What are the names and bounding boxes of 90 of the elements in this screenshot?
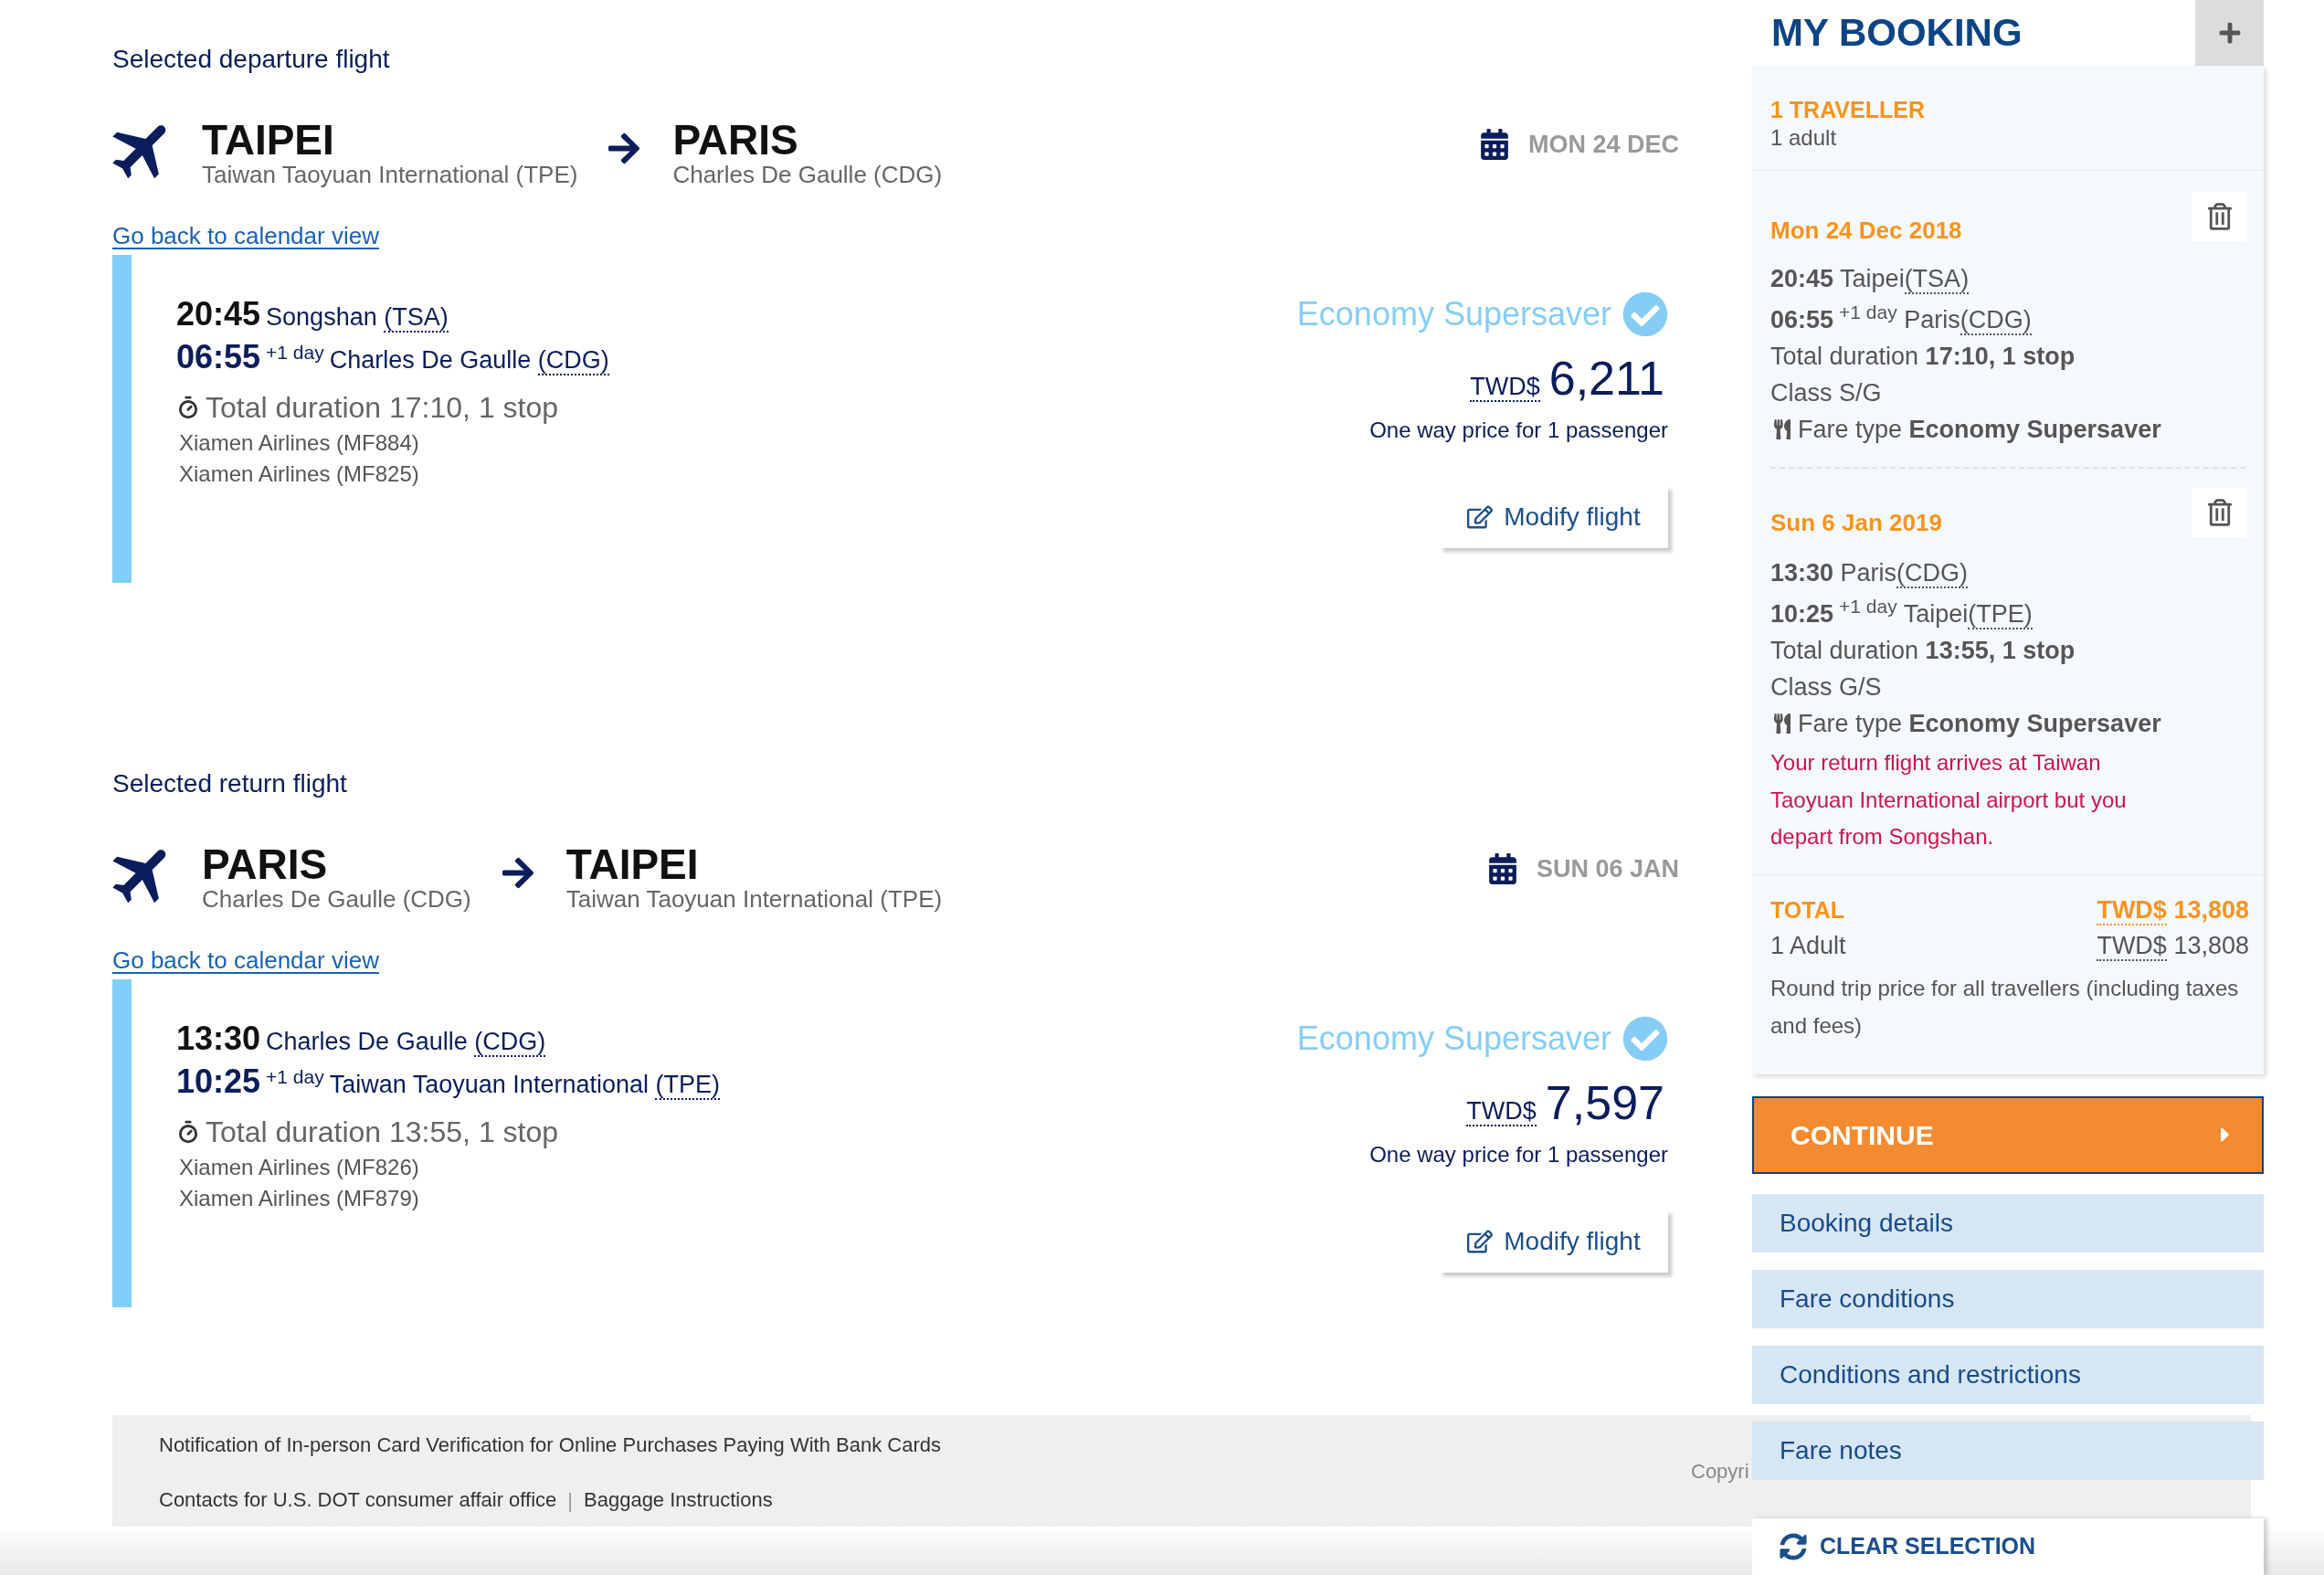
airport-name: Charles De Gaulle (CDG) [672, 161, 943, 188]
arrival-city: Taipei(TPE) [1903, 600, 2033, 629]
departure-time: 13:30 [176, 1020, 261, 1057]
traveller-count: 1 TRAVELLER [1770, 96, 1925, 124]
menu-item[interactable]: Conditions and restrictions [1752, 1345, 2264, 1404]
airport-name: Taiwan Taoyuan International (TPE) [565, 885, 943, 913]
stopwatch-icon [176, 1120, 200, 1144]
traveller-detail: 1 adult [1770, 125, 1837, 151]
arrival-time: 06:55 [1770, 306, 1834, 333]
arrival-time: 06:55 [176, 338, 261, 375]
segment-date: Mon 24 Dec 2018 [1770, 216, 1962, 246]
menu-item[interactable]: Booking details [1752, 1193, 2264, 1253]
flight-date: SUN 06 JAN [1536, 854, 1679, 884]
fork-knife-icon [1774, 713, 1791, 735]
warning-text: Your return flight arrives at Taiwan Taoyuan International airport but you depart from Songshan. [1770, 749, 2128, 851]
airline-text: Xiamen Airlines (MF879) [178, 1185, 419, 1212]
class-text: Class G/S [1770, 672, 1882, 703]
flight-date: MON 24 DEC [1527, 130, 1679, 160]
day-offset: +1 day [1839, 301, 1897, 322]
city-name: TAIPEI [202, 119, 334, 161]
modify-flight-button[interactable]: Modify flight [1440, 486, 1668, 548]
total-label: TOTAL [1770, 895, 1844, 925]
segment-date: Sun 6 Jan 2019 [1770, 508, 1942, 538]
city-name: PARIS [672, 119, 798, 161]
plus-icon [2217, 21, 2242, 45]
airline-text: Xiamen Airlines (MF826) [178, 1154, 419, 1181]
city-name: TAIPEI [565, 843, 699, 885]
airport-name: Taiwan Taoyuan International (TPE) [329, 1071, 720, 1098]
day-offset: +1 day [1839, 595, 1897, 617]
airline-text: Xiamen Airlines (MF884) [178, 429, 419, 457]
menu-item[interactable]: Fare conditions [1752, 1269, 2264, 1328]
airport-name: Charles De Gaulle (CDG) [202, 885, 471, 913]
passenger-label: 1 Adult [1770, 931, 1846, 962]
duration-text: Total duration 13:55, 1 stop [1770, 636, 2076, 666]
calendar-icon [1488, 853, 1516, 884]
calendar-icon [1480, 129, 1508, 160]
fork-knife-icon [1774, 418, 1791, 440]
duration-text: Total duration 17:10, 1 stop [206, 390, 559, 426]
airport-name: Songshan (TSA) [266, 303, 449, 331]
city-name: PARIS [202, 843, 328, 885]
booking-title: MY BOOKING [1770, 10, 2023, 56]
trash-icon [2207, 499, 2232, 526]
delete-button[interactable] [2192, 488, 2247, 537]
link-separator: | [567, 1487, 573, 1514]
delete-button[interactable] [2192, 192, 2247, 241]
price: TWD$ 7,597 [1466, 1075, 1665, 1131]
duration-text: Total duration 13:55, 1 stop [206, 1115, 559, 1150]
arrival-time: 10:25 [1770, 600, 1834, 628]
day-offset: +1 day [266, 1065, 324, 1087]
fare-type-text: Fare type Economy Supersaver [1798, 709, 2161, 739]
expand-button[interactable] [2195, 0, 2264, 66]
calendar-link[interactable]: Go back to calendar view [112, 220, 379, 251]
footer-link[interactable]: Baggage Instructions [584, 1486, 773, 1514]
fare-name: Economy Supersaver [1296, 294, 1611, 334]
class-text: Class S/G [1770, 378, 1882, 408]
duration-text: Total duration 17:10, 1 stop [1770, 342, 2076, 372]
section-heading: Selected departure flight [112, 44, 390, 75]
edit-icon [1467, 504, 1494, 530]
modify-flight-button[interactable]: Modify flight [1440, 1210, 1668, 1273]
price-note: One way price for 1 passenger [1369, 417, 1668, 444]
airport-name: Charles De Gaulle (CDG) [329, 346, 609, 374]
departure-city: Taipei(TSA) [1840, 265, 1970, 294]
total-price: TWD$ 13,808 [2097, 895, 2249, 928]
arrival-city: Paris(CDG) [1904, 306, 2032, 335]
menu-item[interactable]: Fare notes [1752, 1421, 2264, 1480]
departure-time: 20:45 [1770, 265, 1834, 292]
fare-name: Economy Supersaver [1296, 1019, 1611, 1059]
airport-name: Charles De Gaulle (CDG) [266, 1028, 546, 1055]
edit-icon [1467, 1229, 1494, 1254]
departure-time: 13:30 [1770, 559, 1834, 587]
refresh-icon [1780, 1532, 1807, 1560]
departure-time: 20:45 [176, 295, 261, 333]
copyright-text: Copyri [1691, 1458, 1749, 1485]
airline-text: Xiamen Airlines (MF825) [178, 460, 419, 488]
price-note: One way price for 1 passenger [1369, 1141, 1668, 1168]
day-offset: +1 day [266, 341, 324, 363]
passenger-price: TWD$ 13,808 [2097, 931, 2249, 964]
footer-link[interactable]: Contacts for U.S. DOT consumer affair office [159, 1486, 557, 1514]
stopwatch-icon [176, 396, 200, 419]
trash-icon [2207, 203, 2232, 230]
price: TWD$ 6,211 [1470, 351, 1665, 407]
footer-link[interactable]: Notification of In-person Card Verification for Online Purchases Paying With Bank Cards [159, 1432, 941, 1459]
arrival-time: 10:25 [176, 1062, 261, 1100]
airport-name: Taiwan Taoyuan International (TPE) [202, 161, 578, 188]
calendar-link[interactable]: Go back to calendar view [112, 945, 379, 976]
total-note: Round trip price for all travellers (including taxes and fees) [1770, 974, 2240, 1040]
section-heading: Selected return flight [112, 768, 347, 799]
fare-type-text: Fare type Economy Supersaver [1798, 415, 2161, 445]
departure-city: Paris(CDG) [1840, 559, 1969, 588]
clear-selection-button[interactable]: CLEAR SELECTION [1752, 1517, 2264, 1575]
